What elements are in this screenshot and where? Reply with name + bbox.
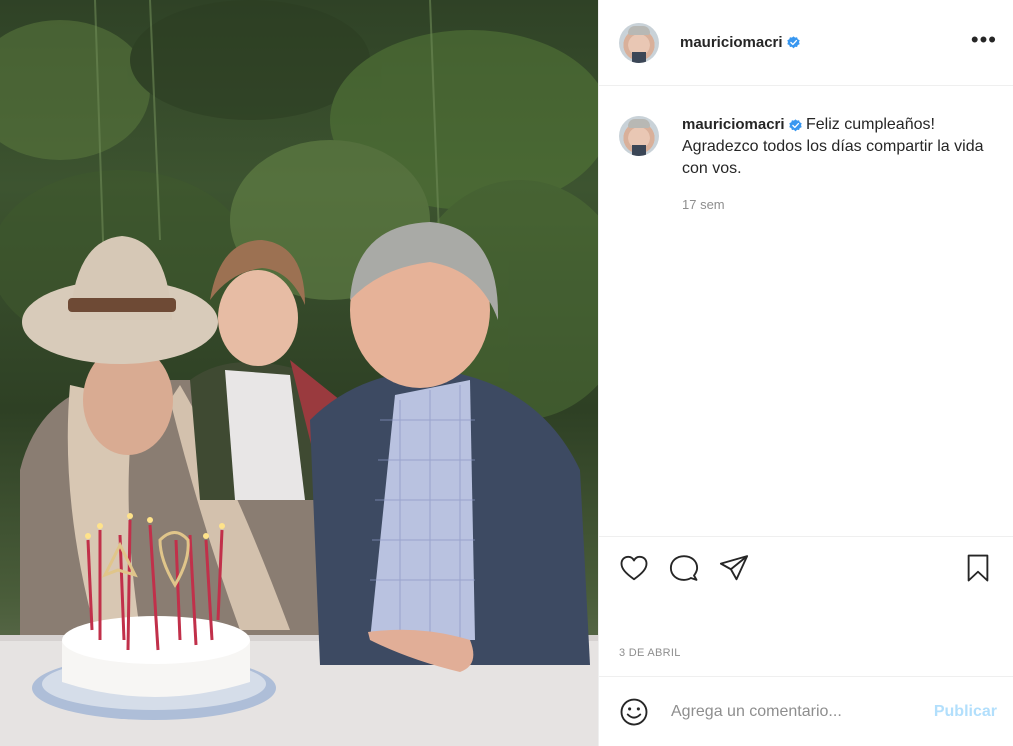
- bookmark-icon[interactable]: [963, 553, 993, 583]
- post-header: mauriciomacri •••: [599, 0, 1013, 86]
- post-photo-illustration: [0, 0, 598, 746]
- post-date[interactable]: 3 DE ABRIL: [599, 598, 1013, 676]
- caption-timestamp[interactable]: 17 sem: [682, 194, 997, 216]
- caption-author-link[interactable]: mauriciomacri: [682, 114, 802, 136]
- author-username[interactable]: mauriciomacri: [680, 34, 783, 51]
- heart-icon[interactable]: [619, 553, 649, 583]
- post-side-panel: mauriciomacri ••• mauriciomacri Feliz cu…: [598, 0, 1013, 746]
- action-bar: [599, 536, 1013, 598]
- verified-badge-icon: [786, 36, 800, 49]
- add-comment-form: Publicar: [599, 676, 1013, 746]
- caption-body: mauriciomacri Feliz cumpleaños! Agradezc…: [682, 114, 997, 216]
- post-photo[interactable]: [0, 0, 598, 746]
- caption-comment: mauriciomacri Feliz cumpleaños! Agradezc…: [619, 114, 997, 216]
- emoji-icon[interactable]: [619, 697, 649, 727]
- comment-bubble-icon[interactable]: [669, 553, 699, 583]
- author-username-link[interactable]: mauriciomacri: [680, 34, 800, 51]
- paper-plane-icon[interactable]: [719, 553, 749, 583]
- avatar[interactable]: [619, 116, 659, 156]
- comments-section: mauriciomacri Feliz cumpleaños! Agradezc…: [599, 86, 1013, 536]
- more-options-icon[interactable]: •••: [971, 28, 997, 57]
- avatar[interactable]: [619, 22, 659, 63]
- verified-badge-icon: [788, 118, 802, 131]
- publish-button[interactable]: Publicar: [934, 703, 997, 721]
- caption-author[interactable]: mauriciomacri: [682, 114, 785, 136]
- comment-input[interactable]: [669, 701, 934, 722]
- instagram-post: mauriciomacri ••• mauriciomacri Feliz cu…: [0, 0, 1013, 746]
